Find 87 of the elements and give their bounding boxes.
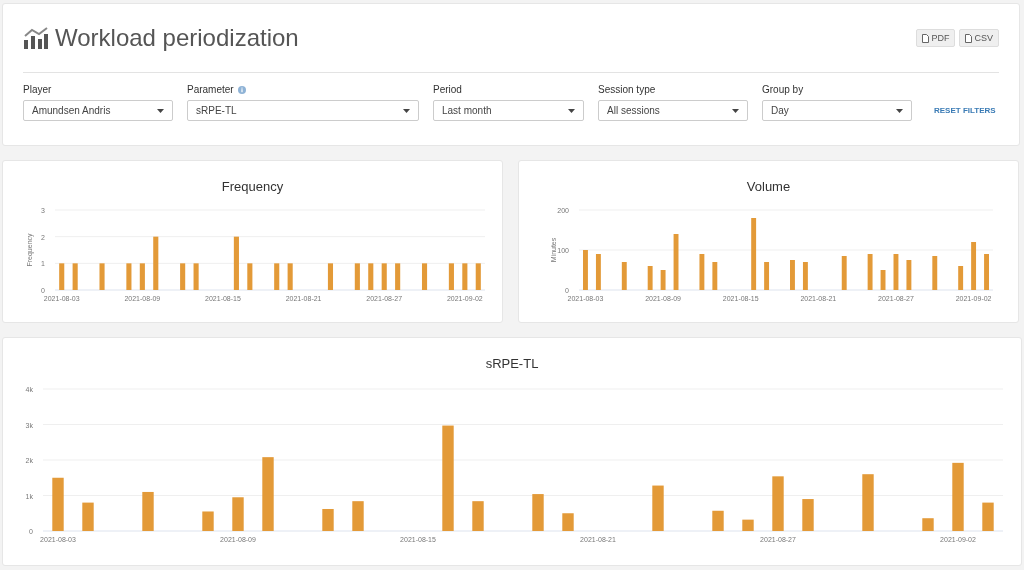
bar	[652, 485, 664, 531]
bar	[322, 509, 334, 531]
bar	[232, 497, 244, 531]
bar	[475, 263, 481, 290]
caret-icon	[732, 108, 739, 113]
bar	[139, 263, 145, 290]
bar	[59, 263, 65, 290]
bar	[673, 234, 679, 290]
bar	[751, 218, 757, 290]
filter-label: Player	[23, 84, 52, 95]
bar	[395, 263, 401, 290]
bar	[72, 263, 78, 290]
bar	[153, 236, 159, 290]
bar	[233, 236, 239, 290]
bar	[971, 242, 977, 290]
bar	[802, 262, 808, 290]
bar	[984, 254, 989, 290]
bar	[82, 502, 94, 531]
bar	[647, 266, 653, 290]
bar	[958, 266, 964, 290]
caret-icon	[157, 108, 164, 113]
bar	[880, 270, 886, 290]
bar-chart-icon	[23, 27, 49, 49]
bar	[802, 499, 814, 531]
bar	[274, 263, 280, 290]
bar	[562, 513, 574, 531]
bar	[862, 474, 874, 531]
bar	[448, 263, 454, 290]
bar	[867, 254, 873, 290]
bar	[193, 263, 199, 290]
bar	[764, 262, 770, 290]
bar	[99, 263, 105, 290]
bar	[712, 510, 724, 531]
bar	[381, 263, 387, 290]
bar	[354, 263, 360, 290]
bar	[932, 256, 938, 290]
bar	[126, 263, 132, 290]
bar	[583, 250, 588, 290]
bar	[142, 491, 154, 531]
bar	[906, 260, 912, 290]
bar	[52, 477, 64, 531]
document-icon	[965, 33, 973, 43]
export-button[interactable]: CSV	[959, 29, 999, 47]
dropdown[interactable]: Amundsen Andris	[23, 100, 173, 121]
bar	[621, 262, 627, 290]
bar	[982, 502, 994, 531]
bar	[352, 501, 364, 531]
bar	[595, 254, 601, 290]
bar	[287, 263, 293, 290]
document-icon	[922, 33, 930, 43]
bar	[247, 263, 253, 290]
bar	[952, 462, 964, 531]
bar	[712, 262, 718, 290]
dropdown[interactable]: All sessions	[598, 100, 748, 121]
info-icon[interactable]	[237, 85, 246, 94]
bar	[893, 254, 899, 290]
bar	[462, 263, 468, 290]
chart-title: Frequency	[221, 179, 284, 194]
bar	[472, 501, 484, 531]
chart-title: Volume	[746, 179, 791, 194]
bar	[772, 476, 784, 531]
export-button[interactable]: PDF	[916, 29, 956, 47]
bar	[790, 260, 795, 290]
bar	[922, 518, 934, 531]
filter-label: Session type	[598, 84, 656, 95]
reset-filters-link[interactable]: RESET FILTERS	[934, 106, 999, 115]
chart-title: sRPE-TL	[485, 356, 539, 371]
bar	[368, 263, 374, 290]
caret-icon	[403, 108, 410, 113]
dropdown[interactable]: Day	[762, 100, 912, 121]
bar	[841, 256, 847, 290]
bar	[742, 519, 754, 531]
caret-icon	[568, 108, 575, 113]
filter-label: Group by	[762, 84, 804, 95]
bar	[532, 494, 544, 531]
page-title: Workload periodization	[55, 24, 299, 52]
dropdown[interactable]: sRPE-TL	[187, 100, 419, 121]
bar	[327, 263, 333, 290]
filter-label: Period	[433, 84, 462, 95]
bar	[660, 270, 666, 290]
filter-label: Parameter	[187, 84, 234, 95]
bar	[699, 254, 705, 290]
dropdown[interactable]: Last month	[433, 100, 584, 121]
caret-icon	[896, 108, 903, 113]
bar	[202, 511, 214, 531]
bar	[422, 263, 428, 290]
bar	[180, 263, 186, 290]
